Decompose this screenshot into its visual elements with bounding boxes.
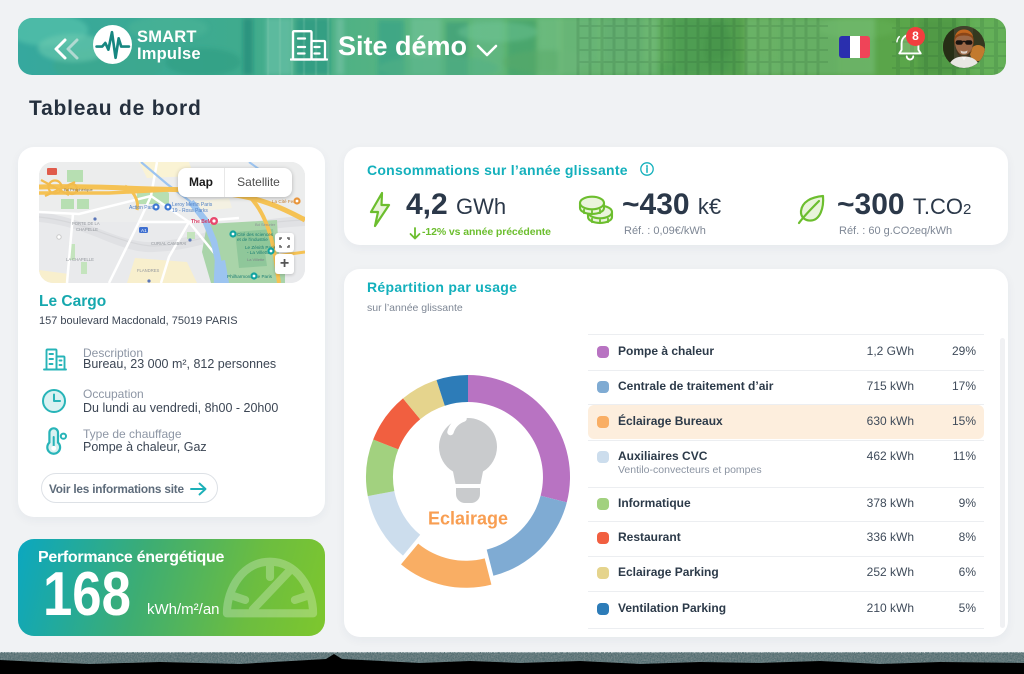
- svg-text:Philharmonie de Paris: Philharmonie de Paris: [227, 274, 273, 279]
- svg-text:19 - Rosa Parks: 19 - Rosa Parks: [172, 208, 208, 214]
- svg-text:- La Villette: - La Villette: [247, 250, 270, 255]
- svg-text:et de l'industrie: et de l'industrie: [237, 237, 268, 242]
- svg-text:Action Paris: Action Paris: [129, 205, 156, 211]
- svg-text:PORTE DE LA: PORTE DE LA: [72, 221, 100, 226]
- svg-text:CHAPELLE: CHAPELLE: [76, 227, 98, 232]
- svg-text:Eclairage: Eclairage: [428, 509, 508, 529]
- svg-text:FLANDRES: FLANDRES: [137, 268, 160, 273]
- svg-text:La Villette: La Villette: [247, 257, 265, 262]
- svg-text:Bd Périphérique: Bd Périphérique: [64, 187, 93, 192]
- svg-text:CURIAL CAMBRAI: CURIAL CAMBRAI: [151, 241, 186, 246]
- svg-text:A1: A1: [141, 228, 147, 233]
- svg-text:Bd Sérurier: Bd Sérurier: [255, 222, 276, 227]
- svg-text:LA CHAPELLE: LA CHAPELLE: [66, 257, 94, 262]
